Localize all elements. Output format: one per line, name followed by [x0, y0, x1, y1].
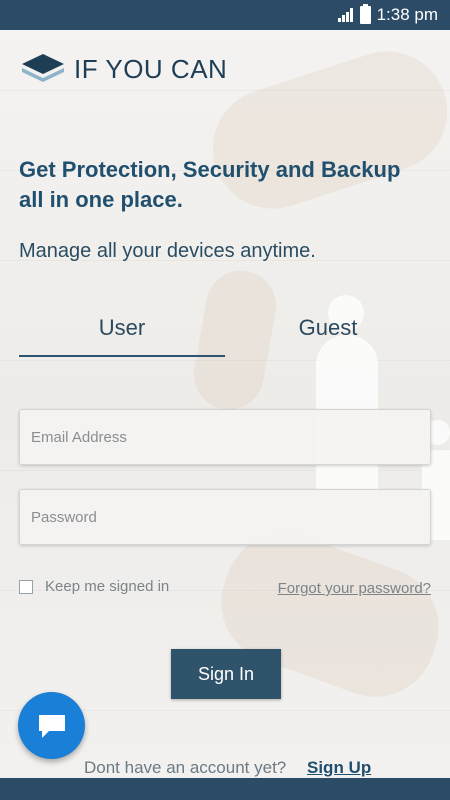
- password-field-container: [19, 489, 431, 545]
- chat-bubble-icon: [38, 714, 65, 738]
- sign-in-button[interactable]: Sign In: [171, 649, 281, 699]
- no-account-prompt: Dont have an account yet?: [84, 758, 287, 777]
- remember-me-checkbox[interactable]: [19, 579, 33, 594]
- chat-button[interactable]: [18, 692, 85, 759]
- email-field-container: [19, 409, 431, 465]
- app-logo: IF YOU CAN: [20, 52, 227, 86]
- tab-user[interactable]: User: [19, 300, 225, 356]
- logo-icon: [20, 52, 66, 86]
- bottom-bar: [0, 778, 450, 800]
- email-field[interactable]: [20, 410, 430, 464]
- login-type-tabs: User Guest: [19, 300, 431, 358]
- status-icons: [337, 4, 371, 24]
- selected-tab-indicator: [19, 355, 225, 357]
- remember-me-label: Keep me signed in: [45, 578, 170, 595]
- forgot-password-link[interactable]: Forgot your password?: [278, 580, 431, 597]
- tab-guest[interactable]: Guest: [225, 300, 431, 356]
- battery-icon: [359, 4, 371, 24]
- status-time: 1:38 pm: [376, 5, 438, 24]
- logo-text: IF YOU CAN: [74, 53, 228, 84]
- subheadline: Manage all your devices anytime.: [19, 240, 316, 262]
- signal-icon: [337, 8, 354, 22]
- status-bar: 1:38 pm: [0, 0, 450, 30]
- remember-me[interactable]: Keep me signed in: [19, 578, 169, 595]
- password-field[interactable]: [20, 490, 430, 544]
- headline: Get Protection, Security and Backup all …: [19, 157, 401, 212]
- sign-up-link[interactable]: Sign Up: [307, 758, 371, 778]
